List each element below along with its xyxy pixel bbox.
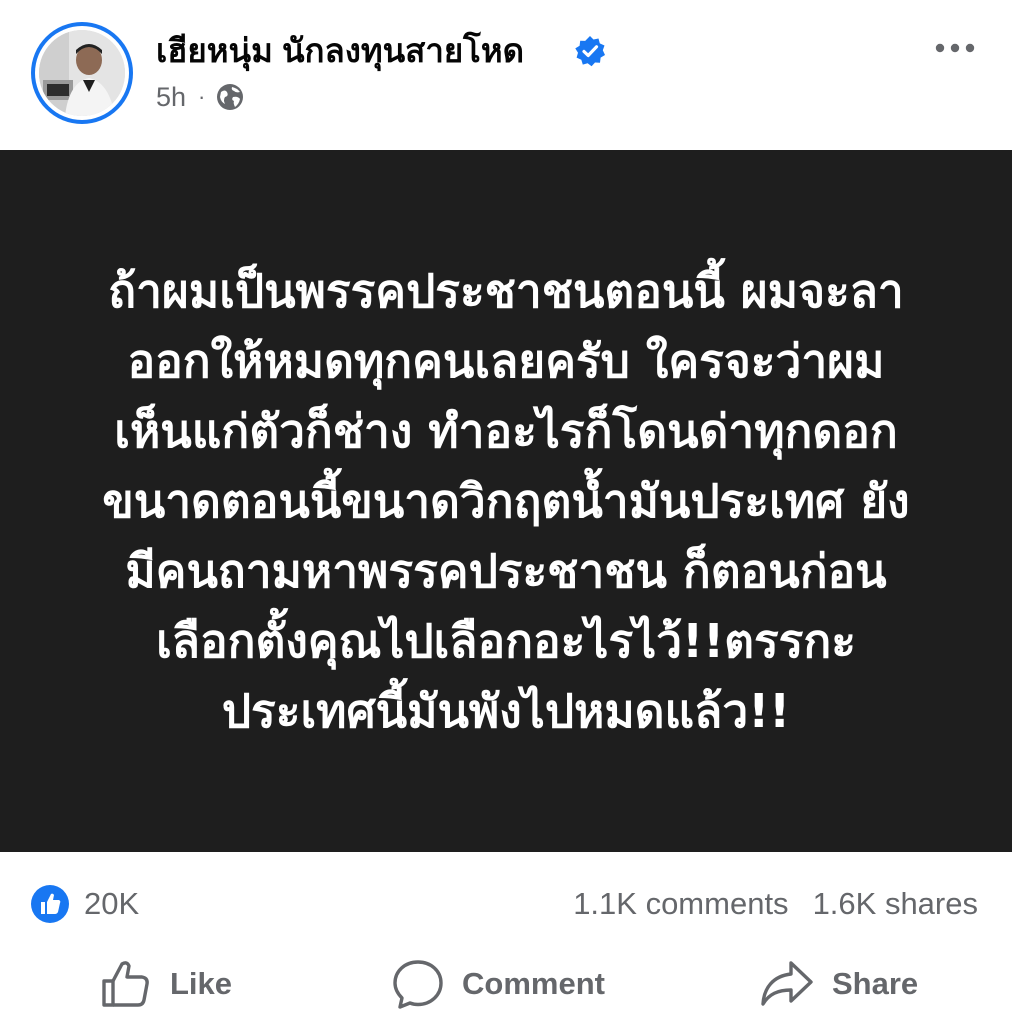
share-arrow-icon xyxy=(761,961,813,1006)
like-count[interactable]: 20K xyxy=(84,883,139,925)
avatar-story-ring[interactable] xyxy=(31,22,133,124)
reactions-bar: 20K 1.1K comments 1.6K shares xyxy=(0,870,1012,936)
comment-label: Comment xyxy=(462,966,605,1001)
comment-count[interactable]: 1.1K comments xyxy=(573,886,788,921)
comment-button[interactable]: Comment xyxy=(392,956,605,1012)
globe-icon xyxy=(217,84,244,110)
share-label: Share xyxy=(832,966,919,1001)
share-count[interactable]: 1.6K shares xyxy=(813,886,978,921)
post-header: เฮียหนุ่ม นักลงทุนสายโหด 5h · xyxy=(0,0,1012,150)
meta-separator: · xyxy=(198,84,206,109)
share-button[interactable]: Share xyxy=(760,956,918,1012)
comment-bubble-icon xyxy=(393,960,443,1009)
thumbs-up-icon xyxy=(102,961,149,1007)
post-text: ถ้าผมเป็นพรรคประชาชนตอนนี้ ผมจะลา ออกให้… xyxy=(102,264,910,738)
action-bar: Like Comment Share xyxy=(0,944,1012,1024)
avatar[interactable] xyxy=(39,30,125,116)
more-options-icon[interactable] xyxy=(934,42,976,54)
author-name[interactable]: เฮียหนุ่ม นักลงทุนสายโหด xyxy=(156,26,524,76)
post-timestamp[interactable]: 5h xyxy=(156,82,186,113)
post-text-card: ถ้าผมเป็นพรรคประชาชนตอนนี้ ผมจะลา ออกให้… xyxy=(0,150,1012,852)
like-label: Like xyxy=(170,966,233,1001)
like-reaction-icon[interactable] xyxy=(30,884,70,924)
like-button[interactable]: Like xyxy=(100,956,232,1012)
verified-badge-icon xyxy=(575,36,605,67)
post-meta: 5h · xyxy=(156,80,245,114)
engagement-counts: 1.1K comments 1.6K shares xyxy=(573,883,978,925)
